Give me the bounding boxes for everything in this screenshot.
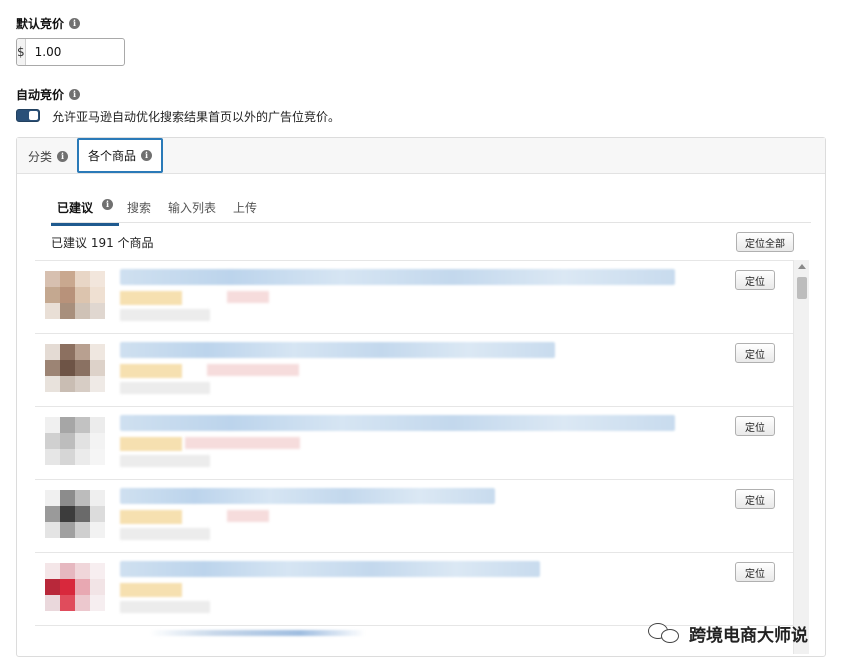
product-title	[120, 342, 555, 358]
info-icon[interactable]: i	[69, 89, 81, 100]
outer-tab-bar: 分类 i 各个商品 i	[17, 138, 825, 174]
product-meta	[120, 309, 210, 321]
target-button[interactable]: 定位	[735, 416, 775, 436]
info-icon[interactable]: i	[102, 199, 114, 210]
info-icon[interactable]: i	[69, 18, 81, 29]
info-icon[interactable]: i	[141, 150, 153, 161]
product-title	[120, 488, 495, 504]
target-button[interactable]: 定位	[735, 562, 775, 582]
product-price	[120, 291, 182, 305]
product-rating	[227, 510, 269, 522]
product-title	[120, 415, 675, 431]
target-button[interactable]: 定位	[735, 343, 775, 363]
wechat-icon	[648, 620, 682, 646]
tab-suggested[interactable]: 已建议 i	[50, 199, 120, 226]
tab-search[interactable]: 搜索	[127, 199, 151, 216]
target-button[interactable]: 定位	[735, 489, 775, 509]
default-bid-label: 默认竞价 i	[16, 15, 81, 32]
partial-row-blur	[150, 630, 365, 636]
product-thumbnail	[45, 490, 105, 538]
target-all-button[interactable]: 定位全部	[736, 232, 794, 252]
product-meta	[120, 601, 210, 613]
product-rating	[207, 364, 299, 376]
product-thumbnail	[45, 271, 105, 319]
suggested-count: 已建议 191 个商品	[51, 236, 154, 250]
tab-upload[interactable]: 上传	[233, 199, 257, 216]
default-bid-input[interactable]	[25, 39, 185, 65]
list-item: 定位	[35, 407, 793, 480]
default-bid-field[interactable]: $	[16, 38, 185, 66]
currency-prefix: $	[17, 39, 26, 65]
product-rating	[227, 291, 269, 303]
scroll-thumb[interactable]	[797, 277, 807, 299]
list-item: 定位	[35, 261, 793, 334]
product-price	[120, 437, 182, 451]
tab-individual-products[interactable]: 各个商品 i	[77, 138, 164, 173]
product-thumbnail	[45, 344, 105, 392]
product-price	[120, 583, 182, 597]
product-price	[120, 364, 182, 378]
list-item: 定位	[35, 334, 793, 407]
scroll-up-arrow-icon[interactable]	[798, 264, 806, 269]
product-meta	[120, 382, 210, 394]
product-title	[120, 269, 675, 285]
product-list[interactable]: 定位 定位 定位 定位 定位	[35, 260, 809, 654]
product-meta	[120, 528, 210, 540]
tab-categories[interactable]: 分类 i	[19, 138, 77, 174]
list-scrollbar[interactable]	[793, 260, 809, 654]
product-rating	[185, 437, 300, 449]
tab-enter-list[interactable]: 输入列表	[168, 199, 216, 216]
target-button[interactable]: 定位	[735, 270, 775, 290]
info-icon[interactable]: i	[57, 150, 69, 162]
inner-tab-bar: 已建议 i 搜索 输入列表 上传	[50, 193, 811, 226]
product-price	[120, 510, 182, 524]
auto-bid-toggle[interactable]	[16, 109, 40, 122]
product-thumbnail	[45, 417, 105, 465]
auto-bid-label: 自动竞价 i	[16, 86, 81, 103]
product-title	[120, 561, 540, 577]
targeting-panel: 分类 i 各个商品 i 已建议 i 搜索 输入列表 上传 已建议 191 个商品…	[16, 137, 826, 657]
product-thumbnail	[45, 563, 105, 611]
list-item: 定位	[35, 480, 793, 553]
list-item: 定位	[35, 553, 793, 626]
watermark: 跨境电商大师说	[648, 620, 808, 646]
product-meta	[120, 455, 210, 467]
auto-bid-description: 允许亚马逊自动优化搜索结果首页以外的广告位竞价。	[52, 110, 341, 124]
